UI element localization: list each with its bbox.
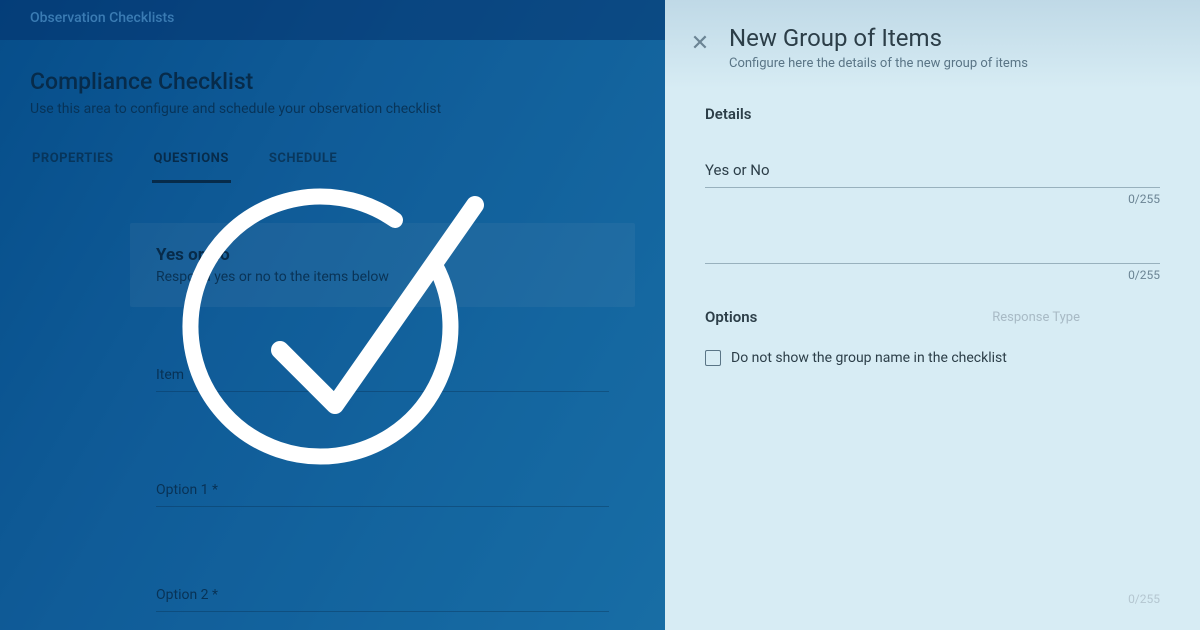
char-counter-2: 0/255 bbox=[705, 268, 1160, 282]
group-name-value: Yes or No bbox=[705, 161, 1160, 179]
hide-group-name-label: Do not show the group name in the checkl… bbox=[731, 350, 1007, 366]
details-section-label: Details bbox=[705, 105, 1160, 123]
options-section-label: Options bbox=[705, 308, 1160, 326]
close-icon[interactable]: ✕ bbox=[687, 30, 713, 56]
panel-title: New Group of Items bbox=[729, 24, 1168, 52]
side-panel: ✕ New Group of Items Configure here the … bbox=[665, 0, 1200, 630]
panel-subtitle: Configure here the details of the new gr… bbox=[729, 56, 1168, 71]
group-name-input[interactable]: Yes or No bbox=[705, 147, 1160, 188]
modal-backdrop bbox=[0, 0, 665, 630]
response-type-label: Response Type bbox=[992, 310, 1080, 325]
group-description-input[interactable] bbox=[705, 232, 1160, 264]
char-counter-ghost: 0/255 bbox=[1128, 592, 1160, 606]
char-counter-1: 0/255 bbox=[705, 192, 1160, 206]
hide-group-name-checkbox[interactable] bbox=[705, 350, 721, 366]
